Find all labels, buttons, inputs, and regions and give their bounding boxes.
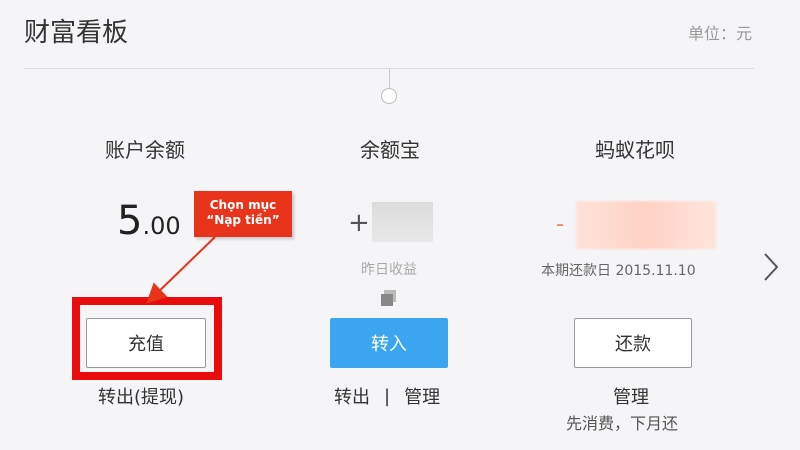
annotation-callout: Chọn mục “Nạp tiền”	[194, 191, 292, 237]
timeline-stem	[389, 69, 390, 89]
account-balance-title: 账户余额	[105, 138, 185, 162]
callout-line-2: “Nạp tiền”	[206, 213, 280, 227]
yuebao-sign: +	[348, 208, 370, 238]
repay-button[interactable]: 还款	[574, 318, 692, 368]
transfer-in-button[interactable]: 转入	[330, 318, 448, 368]
account-balance-value: 5.00	[117, 198, 181, 244]
balance-integer: 5	[117, 198, 143, 244]
withdraw-link[interactable]: 转出(提现)	[98, 383, 184, 409]
callout-line-1: Chọn mục	[209, 198, 277, 212]
chevron-right-icon[interactable]	[756, 252, 786, 282]
yuebao-manage-link[interactable]: 管理	[404, 383, 440, 409]
huabei-manage-link[interactable]: 管理	[613, 383, 649, 409]
page-title: 财富看板	[24, 18, 129, 48]
link-separator: |	[384, 385, 391, 407]
transfer-out-link[interactable]: 转出	[334, 383, 370, 409]
repayment-due-date: 本期还款日 2015.11.10	[541, 263, 696, 279]
yuebao-amount-mask	[372, 202, 433, 242]
huabei-amount-mask	[576, 201, 716, 249]
yuebao-title: 余额宝	[360, 138, 420, 162]
timeline-dot	[381, 88, 397, 104]
huabei-hint: 先消费，下月还	[566, 414, 679, 433]
copy-icon[interactable]	[381, 290, 399, 306]
yuebao-links: 转出 | 管理	[334, 383, 440, 409]
balance-decimal: .00	[142, 212, 181, 240]
unit-label: 单位：元	[687, 24, 752, 43]
huabei-sign: -	[556, 212, 564, 237]
yesterday-earnings-label: 昨日收益	[361, 262, 417, 278]
recharge-button[interactable]: 充值	[86, 318, 206, 368]
huabei-title: 蚂蚁花呗	[595, 138, 675, 162]
